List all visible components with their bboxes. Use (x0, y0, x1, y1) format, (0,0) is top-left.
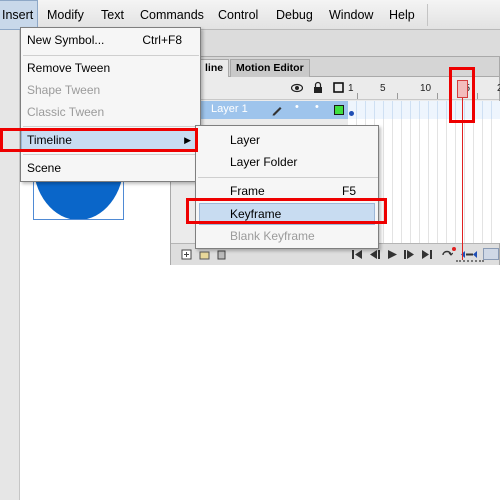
menu-item-label: Scene (27, 161, 62, 175)
pencil-icon (272, 107, 282, 116)
playhead-marker (452, 247, 456, 251)
keyframe-dot[interactable] (349, 111, 354, 116)
menu-item-label: Layer (230, 133, 261, 147)
ruler-tick (397, 93, 398, 99)
eye-icon[interactable] (291, 83, 303, 93)
menu-item-label: Frame (230, 184, 265, 198)
tab-motion-editor[interactable]: Motion Editor (230, 59, 310, 77)
submenu-item-blank-keyframe: Blank Keyframe (196, 225, 378, 247)
submenu-item-layer[interactable]: Layer (196, 129, 378, 151)
layer-color-swatch[interactable] (334, 105, 344, 115)
menu-item-remove-tween[interactable]: Remove Tween (21, 57, 200, 79)
menu-item-label: New Symbol... (27, 33, 105, 47)
play-icon[interactable] (387, 249, 398, 260)
menu-item-label: Blank Keyframe (230, 229, 315, 243)
timeline-submenu: Layer Layer Folder Frame F5 Keyframe Bla… (195, 125, 379, 249)
menu-item-classic-tween: Classic Tween (21, 101, 200, 123)
scrollbar-grip[interactable] (456, 260, 484, 264)
menu-item-shape-tween: Shape Tween (21, 79, 200, 101)
menu-modify[interactable]: Modify (47, 0, 84, 30)
tools-panel-edge (0, 30, 20, 500)
menu-item-label: Shape Tween (27, 83, 101, 97)
menu-item-new-symbol[interactable]: New Symbol... Ctrl+F8 (21, 29, 200, 51)
ruler-tick (437, 93, 438, 99)
menu-window[interactable]: Window (329, 0, 373, 30)
layer-frames[interactable] (348, 101, 500, 119)
new-folder-icon[interactable] (199, 249, 210, 260)
lock-dot[interactable]: • (315, 101, 319, 113)
ruler-label-5: 5 (380, 83, 386, 94)
menu-commands[interactable]: Commands (140, 0, 204, 30)
frame-rate-field[interactable] (483, 248, 499, 260)
insert-menu: New Symbol... Ctrl+F8 Remove Tween Shape… (20, 27, 201, 182)
layer-name[interactable]: Layer 1 (211, 103, 248, 115)
ruler-tick (357, 93, 358, 99)
new-layer-icon[interactable] (181, 249, 192, 260)
menu-item-shortcut: Ctrl+F8 (142, 33, 182, 47)
menubar-divider (427, 4, 428, 26)
submenu-item-layer-folder[interactable]: Layer Folder (196, 151, 378, 173)
ruler-label-1: 1 (348, 83, 354, 94)
menu-help[interactable]: Help (389, 0, 415, 30)
step-back-icon[interactable] (369, 249, 381, 260)
tab-timeline[interactable]: line (199, 59, 230, 77)
ruler-label-10: 10 (420, 83, 432, 94)
highlight-keyframe-item (186, 198, 387, 224)
loop-icon[interactable] (441, 249, 453, 260)
menu-item-scene[interactable]: Scene (21, 157, 200, 179)
menu-item-label: Layer Folder (230, 155, 298, 169)
last-frame-icon[interactable] (421, 249, 433, 260)
outline-square-icon[interactable] (333, 82, 344, 93)
menu-item-label: Classic Tween (27, 105, 105, 119)
menu-item-label: Remove Tween (27, 61, 111, 75)
menu-separator (23, 55, 199, 56)
menubar: Insert Modify Text Commands Control Debu… (0, 0, 500, 30)
ruler-tick (477, 93, 478, 99)
menu-separator (23, 126, 199, 127)
highlight-timeline-item (0, 128, 198, 152)
step-forward-icon[interactable] (403, 249, 415, 260)
visibility-dot[interactable]: • (295, 101, 299, 113)
menu-separator (198, 177, 378, 178)
lock-icon[interactable] (313, 81, 323, 93)
menu-control[interactable]: Control (218, 0, 258, 30)
delete-layer-icon[interactable] (216, 249, 227, 260)
first-frame-icon[interactable] (351, 249, 363, 260)
menu-insert[interactable]: Insert (0, 0, 38, 30)
menu-separator (23, 154, 199, 155)
menu-text[interactable]: Text (101, 0, 124, 30)
highlight-frame-15 (449, 67, 475, 123)
menu-debug[interactable]: Debug (276, 0, 313, 30)
